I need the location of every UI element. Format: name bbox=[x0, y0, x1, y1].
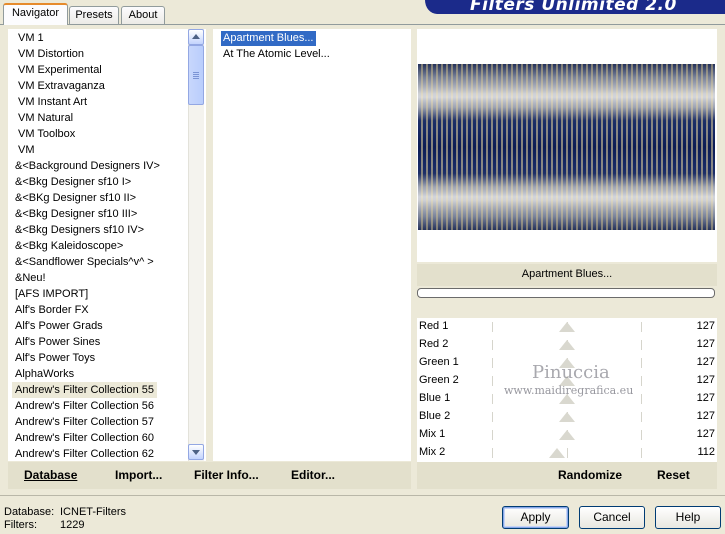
editor-button[interactable]: Editor... bbox=[291, 468, 335, 482]
category-item[interactable]: AlphaWorks bbox=[15, 366, 74, 382]
category-item[interactable]: VM Instant Art bbox=[18, 94, 87, 110]
category-item[interactable]: VM Experimental bbox=[18, 62, 102, 78]
category-item[interactable]: Andrew's Filter Collection 62 bbox=[15, 446, 154, 462]
slider-row[interactable]: Red 2 127 bbox=[417, 336, 717, 354]
category-item[interactable]: Alf's Power Sines bbox=[15, 334, 100, 350]
category-item[interactable]: Andrew's Filter Collection 60 bbox=[15, 430, 154, 446]
tab-about[interactable]: About bbox=[121, 6, 165, 24]
slider-row[interactable]: Blue 2 127 bbox=[417, 408, 717, 426]
tab-strip-line bbox=[0, 24, 725, 25]
category-item[interactable]: &<Sandflower Specials^v^ > bbox=[15, 254, 154, 270]
category-item[interactable]: VM 1 bbox=[18, 30, 44, 46]
filter-item-apartment-blues[interactable]: Apartment Blues... bbox=[221, 31, 316, 46]
slider-value: 127 bbox=[696, 356, 715, 368]
preview-image bbox=[418, 64, 715, 230]
filter-name-label: Apartment Blues... bbox=[521, 268, 613, 280]
category-item[interactable]: &<Bkg Designer sf10 I> bbox=[15, 174, 131, 190]
app-title: Filters Unlimited 2.0 bbox=[470, 0, 677, 14]
category-item[interactable]: &<Bkg Kaleidoscope> bbox=[15, 238, 123, 254]
category-item[interactable]: Andrew's Filter Collection 57 bbox=[15, 414, 154, 430]
slider-value: 127 bbox=[696, 374, 715, 386]
database-status-label: Database: bbox=[4, 506, 55, 518]
watermark-name: Pinuccia bbox=[532, 362, 610, 383]
cancel-button[interactable]: Cancel bbox=[579, 506, 645, 529]
category-item[interactable]: Alf's Border FX bbox=[15, 302, 89, 318]
category-item[interactable]: Andrew's Filter Collection 55 bbox=[12, 382, 158, 398]
scroll-up-button[interactable] bbox=[188, 29, 204, 45]
slider-label: Mix 2 bbox=[419, 446, 446, 458]
slider-thumb[interactable] bbox=[549, 448, 566, 458]
tab-navigator[interactable]: Navigator bbox=[3, 3, 68, 25]
reset-button[interactable]: Reset bbox=[657, 468, 690, 482]
category-item[interactable]: Alf's Power Toys bbox=[15, 350, 95, 366]
slider-label: Red 2 bbox=[419, 338, 449, 350]
category-item[interactable]: VM bbox=[18, 142, 35, 158]
randomize-button[interactable]: Randomize bbox=[558, 468, 622, 482]
slider-thumb[interactable] bbox=[558, 322, 575, 332]
filters-count-value: 1229 bbox=[60, 519, 85, 531]
slider-value: 127 bbox=[696, 320, 715, 332]
category-item[interactable]: [AFS IMPORT] bbox=[15, 286, 88, 302]
slider-value: 127 bbox=[696, 428, 715, 440]
filter-list[interactable] bbox=[213, 29, 411, 461]
slider-row[interactable]: Red 1 127 bbox=[417, 318, 717, 336]
slider-value: 127 bbox=[696, 410, 715, 422]
slider-row[interactable]: Mix 2 112 bbox=[417, 444, 717, 462]
category-item[interactable]: &Neu! bbox=[15, 270, 46, 286]
category-item[interactable]: VM Natural bbox=[18, 110, 73, 126]
filter-info-button[interactable]: Filter Info... bbox=[194, 468, 259, 482]
slider-thumb[interactable] bbox=[558, 340, 575, 350]
slider-label: Green 1 bbox=[419, 356, 459, 368]
category-item[interactable]: &<Bkg Designers sf10 IV> bbox=[15, 222, 144, 238]
slider-thumb[interactable] bbox=[558, 412, 575, 422]
slider-value: 127 bbox=[696, 338, 715, 350]
category-item[interactable]: Alf's Power Grads bbox=[15, 318, 103, 334]
status-divider bbox=[0, 495, 725, 496]
scroll-down-button[interactable] bbox=[188, 444, 204, 460]
category-item[interactable]: &<Bkg Designer sf10 III> bbox=[15, 206, 137, 222]
slider-value: 127 bbox=[696, 392, 715, 404]
apply-button[interactable]: Apply bbox=[502, 506, 569, 529]
slider-label: Green 2 bbox=[419, 374, 459, 386]
import-button[interactable]: Import... bbox=[115, 468, 162, 482]
watermark-url: www.maidiregrafica.eu bbox=[504, 384, 634, 397]
category-item[interactable]: &<BKg Designer sf10 II> bbox=[15, 190, 136, 206]
slider-label: Blue 2 bbox=[419, 410, 451, 422]
category-item[interactable]: VM Toolbox bbox=[18, 126, 75, 142]
slider-thumb[interactable] bbox=[558, 430, 575, 440]
progress-bar bbox=[417, 288, 715, 298]
slider-label: Mix 1 bbox=[419, 428, 446, 440]
filter-item-atomic-level[interactable]: At The Atomic Level... bbox=[221, 47, 332, 62]
app-banner: Filters Unlimited 2.0 bbox=[425, 0, 725, 14]
category-item[interactable]: VM Extravaganza bbox=[18, 78, 105, 94]
database-status-value: ICNET-Filters bbox=[60, 506, 126, 518]
filters-count-label: Filters: bbox=[4, 519, 37, 531]
chevron-down-icon bbox=[192, 450, 200, 455]
category-item[interactable]: VM Distortion bbox=[18, 46, 84, 62]
scroll-thumb[interactable] bbox=[188, 45, 204, 105]
help-button[interactable]: Help bbox=[655, 506, 721, 529]
tab-presets[interactable]: Presets bbox=[69, 6, 119, 24]
slider-value: 112 bbox=[697, 446, 715, 458]
slider-label: Blue 1 bbox=[419, 392, 451, 404]
database-button[interactable]: Database bbox=[24, 468, 77, 482]
slider-row[interactable]: Mix 1 127 bbox=[417, 426, 717, 444]
slider-label: Red 1 bbox=[419, 320, 449, 332]
category-item[interactable]: &<Background Designers IV> bbox=[15, 158, 160, 174]
chevron-up-icon bbox=[192, 34, 200, 39]
category-item[interactable]: Andrew's Filter Collection 56 bbox=[15, 398, 154, 414]
